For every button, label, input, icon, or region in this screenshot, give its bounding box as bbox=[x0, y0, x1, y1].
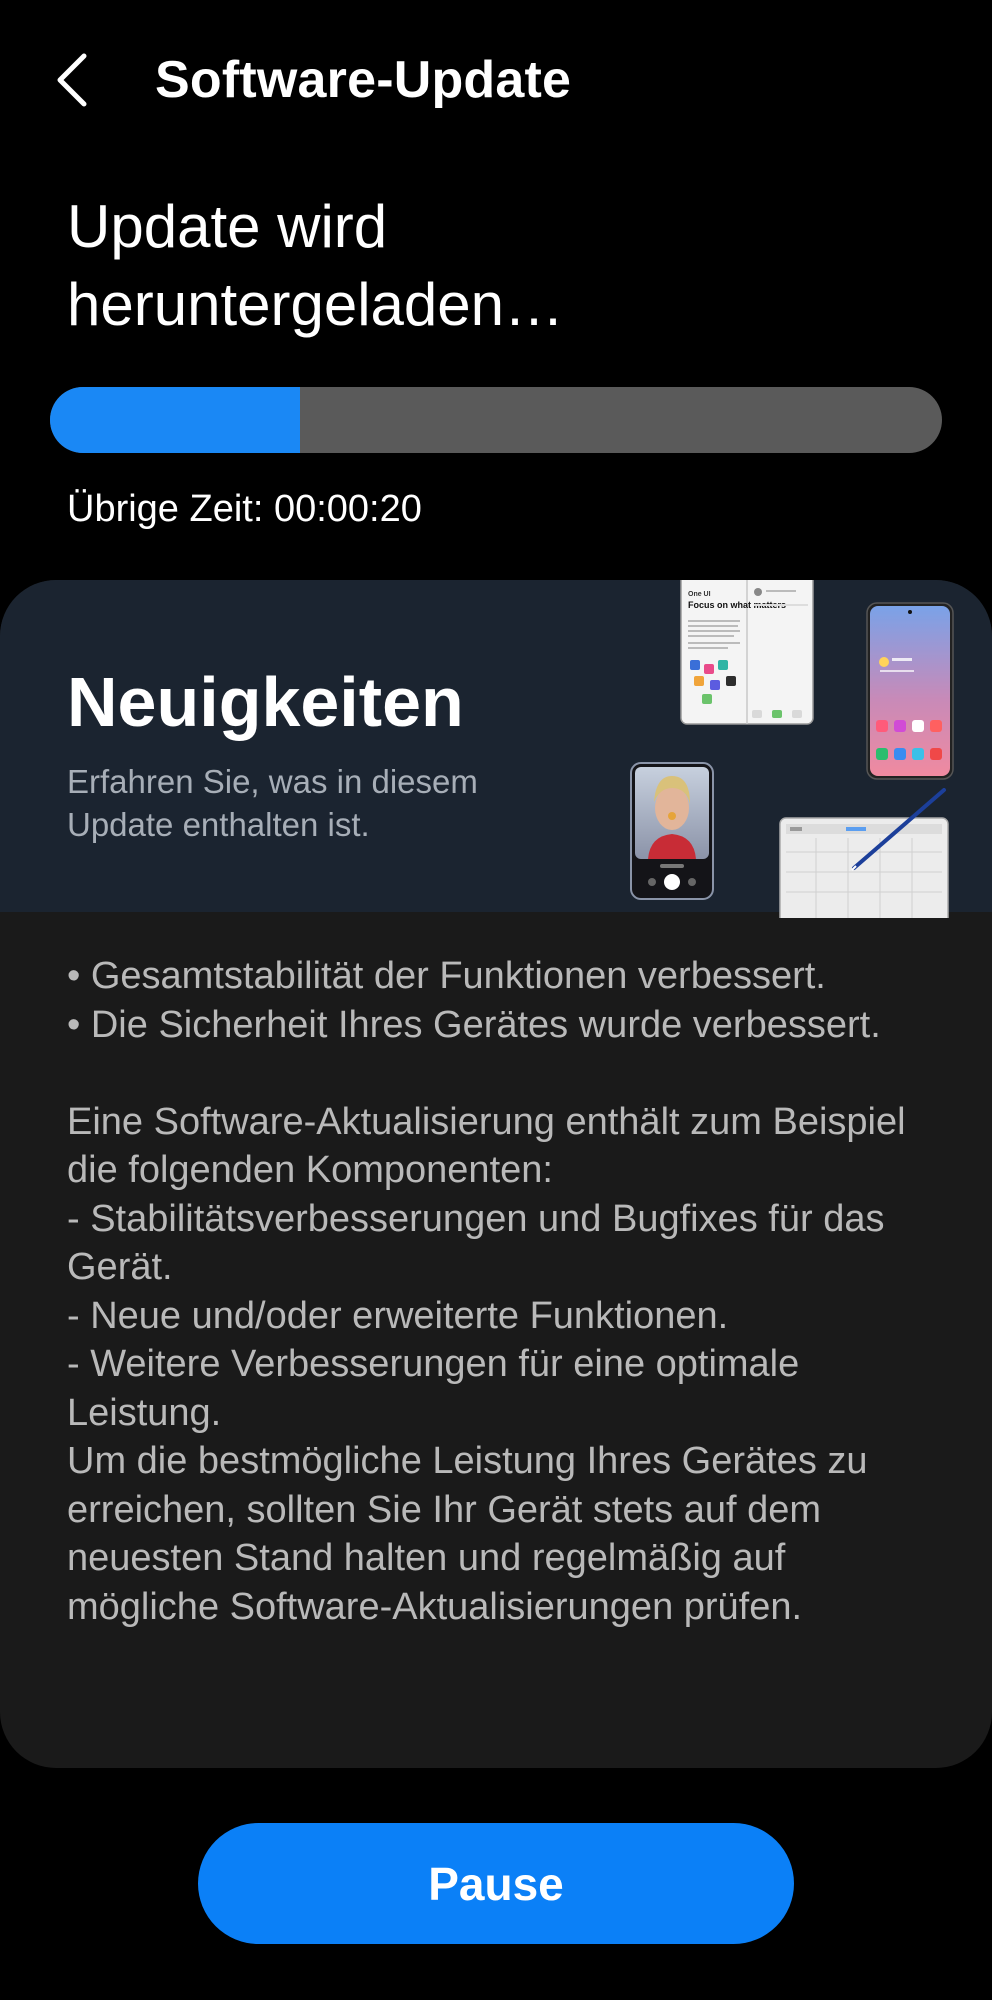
remaining-time: Übrige Zeit: 00:00:20 bbox=[67, 488, 422, 530]
whats-new-banner: Neuigkeiten Erfahren Sie, was in diesem … bbox=[0, 580, 992, 929]
tablet-brand-text: One UI bbox=[688, 591, 711, 598]
whats-new-card: Neuigkeiten Erfahren Sie, was in diesem … bbox=[0, 580, 992, 1768]
download-progress-fill bbox=[50, 387, 300, 453]
foldable-tablet-image: One UI Focus on what matters bbox=[680, 580, 814, 726]
tablet-spen-image bbox=[776, 788, 952, 929]
app-header: Software-Update bbox=[0, 0, 992, 160]
back-button[interactable] bbox=[50, 50, 100, 110]
whats-new-subtitle: Erfahren Sie, was in diesem Update entha… bbox=[67, 763, 478, 843]
chevron-left-icon bbox=[57, 53, 87, 107]
page-title: Software-Update bbox=[155, 51, 572, 109]
update-notes: • Gesamtstabilität der Funktionen verbes… bbox=[67, 955, 906, 1628]
download-status: Update wird heruntergeladen… bbox=[67, 188, 927, 344]
download-progress-bar bbox=[50, 387, 942, 453]
phone-image bbox=[866, 602, 954, 780]
whats-new-title: Neuigkeiten bbox=[67, 663, 464, 741]
pause-button[interactable]: Pause bbox=[198, 1823, 794, 1944]
flip-phone-image bbox=[628, 762, 716, 902]
download-status-line-1: Update wird bbox=[67, 193, 388, 260]
download-status-line-2: heruntergeladen… bbox=[67, 271, 565, 338]
